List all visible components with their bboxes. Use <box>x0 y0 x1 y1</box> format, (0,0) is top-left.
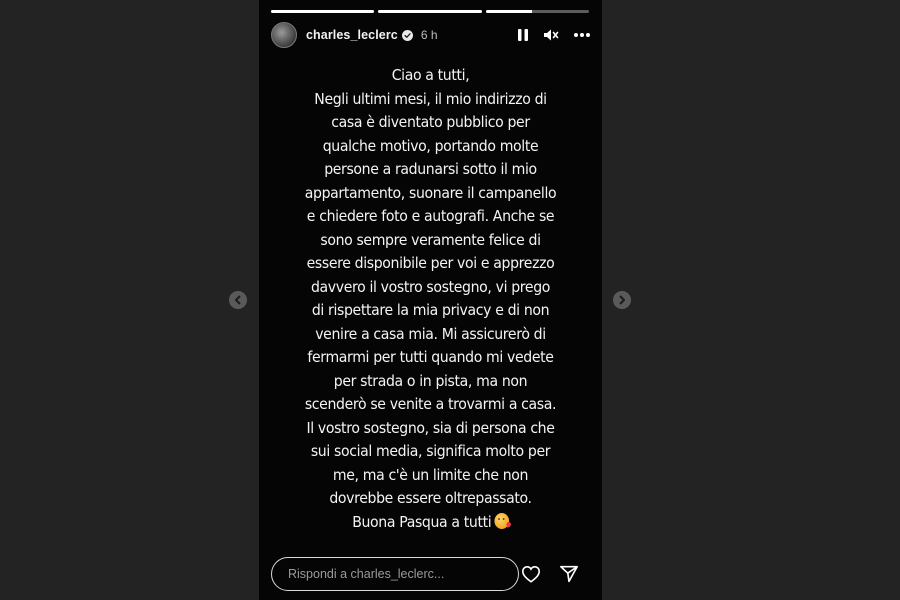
message-line: Negli ultimi mesi, il mio indirizzo di <box>314 89 547 108</box>
message-line: essere disponibile per voi e apprezzo <box>306 254 555 272</box>
story-viewer: charles_leclerc 6 h Ciao a tutti, Negli … <box>259 0 602 600</box>
chevron-left-icon <box>234 295 241 305</box>
message-line: Buona Pasqua a tutti <box>352 512 492 531</box>
message-line: per strada o in pista, ma non <box>333 371 528 390</box>
message-line: sono sempre veramente felice di <box>320 230 541 249</box>
reply-input[interactable] <box>271 557 519 591</box>
story-header: charles_leclerc 6 h <box>271 21 591 49</box>
message-line: e chiedere foto e autografi. Anche se <box>306 207 555 225</box>
reply-actions <box>521 565 579 583</box>
message-line: di rispettare la mia privacy e di non <box>311 301 550 319</box>
avatar[interactable] <box>271 22 297 48</box>
post-time: 6 h <box>420 28 438 42</box>
message-line: me, ma c'è un limite che non <box>332 465 529 484</box>
more-options-icon[interactable] <box>573 32 591 38</box>
story-controls <box>517 28 591 42</box>
message-line-last: Buona Pasqua a tutti <box>273 511 589 535</box>
chevron-right-icon <box>619 295 626 305</box>
message-line: casa è diventato pubblico per <box>331 113 530 131</box>
username[interactable]: charles_leclerc <box>306 28 398 42</box>
message-line: dovrebbe essere oltrepassato. <box>329 489 532 507</box>
send-icon[interactable] <box>559 565 579 583</box>
mute-icon[interactable] <box>543 28 559 42</box>
verified-badge-icon <box>401 29 413 41</box>
message-line: scenderò se venite a trovarmi a casa. <box>304 395 557 413</box>
next-story-button[interactable] <box>613 291 631 309</box>
message-line: Il vostro sostegno, sia di persona che <box>306 418 555 437</box>
progress-segment <box>271 10 375 13</box>
story-message: Ciao a tutti, Negli ultimi mesi, il mio … <box>273 64 589 534</box>
progress-segment <box>378 10 482 13</box>
pause-icon[interactable] <box>517 28 529 42</box>
previous-story-button[interactable] <box>229 291 247 309</box>
message-line: qualche motivo, portando molte <box>322 136 539 155</box>
message-line: persone a radunarsi sotto il mio <box>324 160 537 178</box>
reply-bar <box>271 557 591 591</box>
message-line: Ciao a tutti, <box>391 66 470 84</box>
message-line: fermarmi per tutti quando mi vedete <box>307 348 554 366</box>
message-line: sui social media, significa molto per <box>310 442 551 460</box>
heart-icon[interactable] <box>521 565 541 583</box>
message-line: venire a casa mia. Mi assicurerò di <box>315 324 546 343</box>
message-line: davvero il vostro sostegno, vi prego <box>310 277 550 296</box>
kissing-face-icon <box>494 512 509 529</box>
message-line: appartamento, suonare il campanello <box>304 183 557 202</box>
story-progress-bars <box>271 10 589 13</box>
progress-segment <box>485 10 589 13</box>
